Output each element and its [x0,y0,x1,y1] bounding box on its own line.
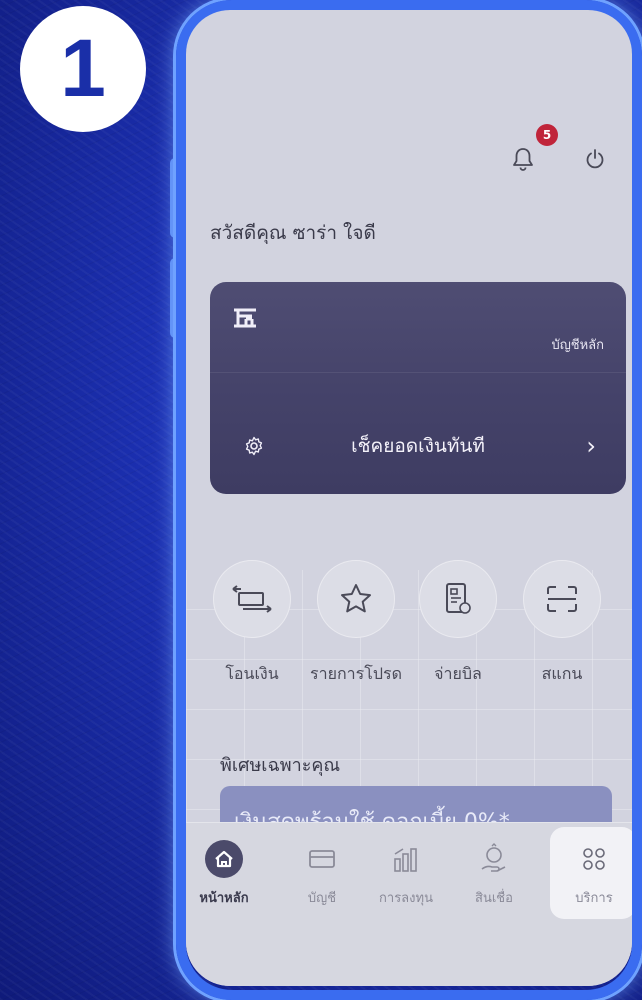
quick-action-label: จ่ายบิล [434,664,482,683]
quick-action-label: รายการโปรด [310,664,402,683]
quick-action-pay-bill[interactable]: จ่ายบิล [408,560,508,687]
nav-label: บริการ [575,891,613,906]
quick-action-label: สแกน [541,664,583,683]
chevron-right-icon: › [586,432,596,460]
nav-label: สินเชื่อ [475,891,513,906]
check-balance-row[interactable]: เช็คยอดเงินทันที › [210,428,626,464]
power-icon[interactable] [580,144,610,174]
account-label: บัญชีหลัก [551,338,604,353]
account-card[interactable]: บัญชีหลัก เช็คยอดเงินทันที › [210,282,626,494]
nav-item-account[interactable]: บัญชี [282,839,362,908]
quick-action-favorites[interactable]: รายการโปรด [306,560,406,687]
loan-icon [454,839,534,879]
nav-item-investment[interactable]: การลงทุน [366,839,446,908]
nav-item-home[interactable]: หน้าหลัก [186,839,264,908]
nav-label: หน้าหลัก [199,891,249,906]
card-divider [210,372,626,373]
phone-screen: 5 สวัสดีคุณ ซาร่า ใจดี บัญชีหลัก เช็คยอด… [186,10,632,986]
bottom-navigation: หน้าหลัก บัญชี การลงทุน สินเชื่อ บริการ [186,822,632,986]
bell-icon[interactable] [508,144,538,174]
nav-item-loan[interactable]: สินเชื่อ [454,839,534,908]
invest-icon [366,839,446,879]
step-number-badge: 1 [20,6,146,132]
nav-label: บัญชี [307,891,337,906]
wallet-icon [282,839,362,879]
services-icon [554,839,632,879]
nav-label: การลงทุน [379,891,433,906]
home-icon [205,840,243,878]
quick-action-transfer[interactable]: โอนเงิน [202,560,302,687]
check-balance-label: เช็คยอดเงินทันที [351,435,485,457]
nav-item-services[interactable]: บริการ [554,839,632,908]
notification-badge: 5 [536,124,558,146]
bank-logo-icon [232,306,258,336]
quick-action-scan[interactable]: สแกน [512,560,612,687]
scan-icon [523,560,601,638]
quick-actions: โอนเงิน รายการโปรด จ่ายบิล สแกน [202,560,622,690]
special-section-title: พิเศษเฉพาะคุณ [220,755,341,776]
greeting-text: สวัสดีคุณ ซาร่า ใจดี [210,222,376,244]
step-number: 1 [60,23,106,114]
transfer-icon [213,560,291,638]
bill-icon [419,560,497,638]
quick-action-label: โอนเงิน [225,664,279,683]
star-icon [317,560,395,638]
